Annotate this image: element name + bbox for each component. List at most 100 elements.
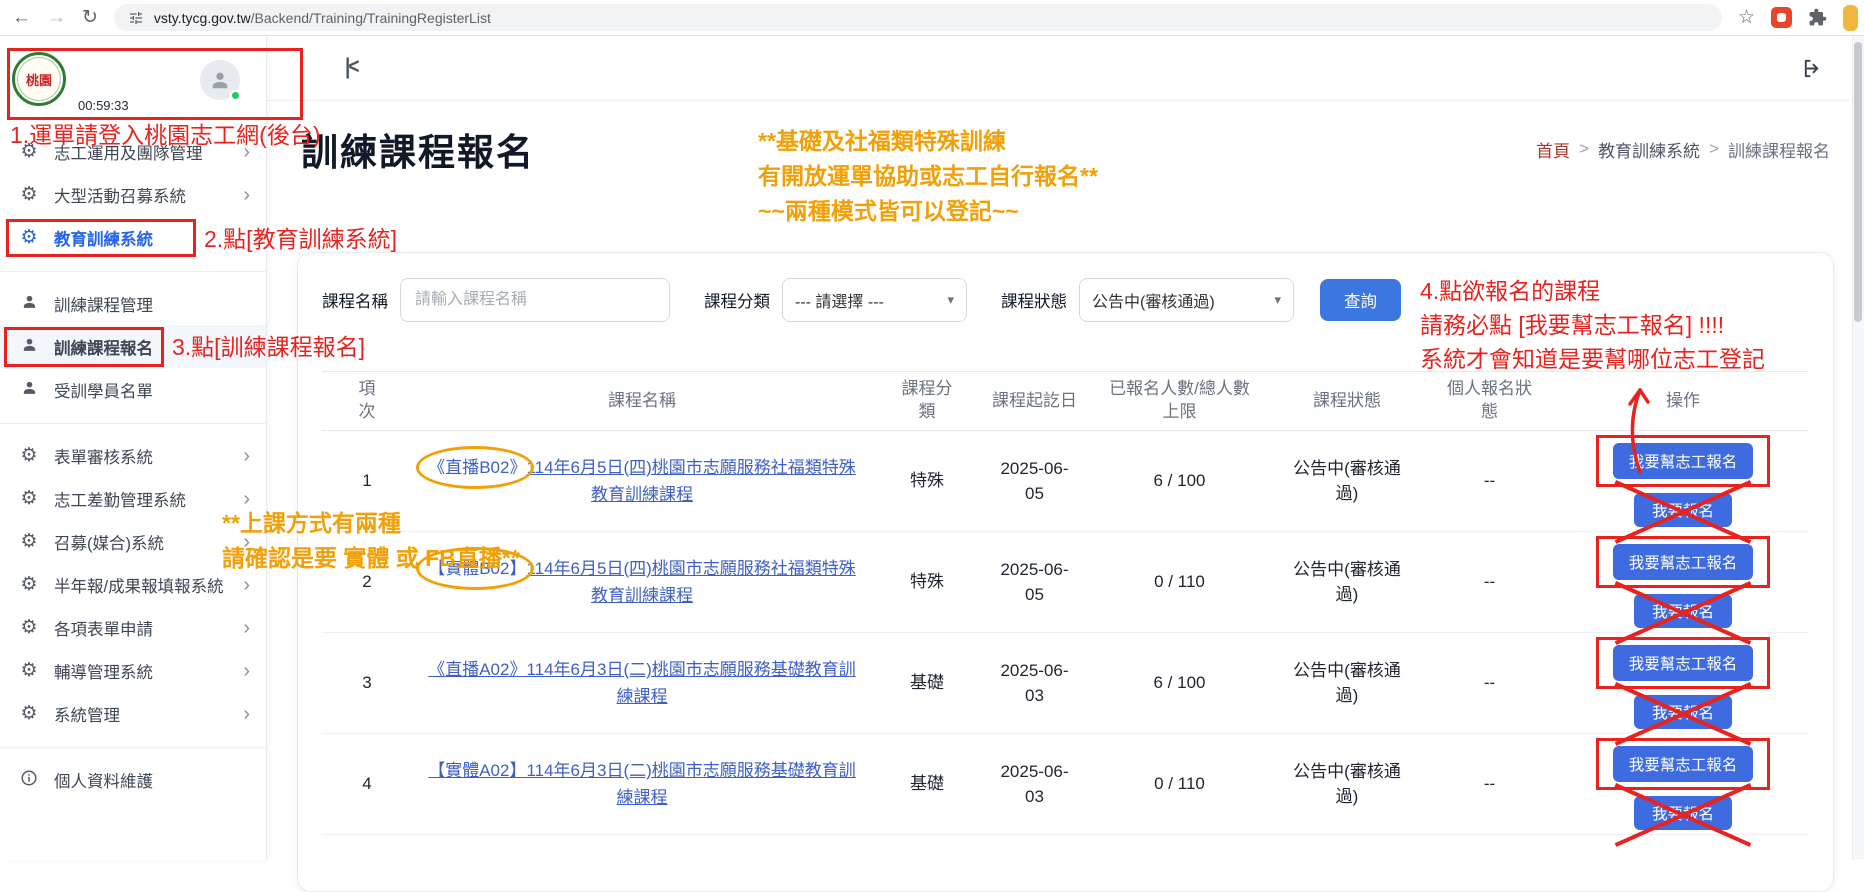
row-index: 3 [362, 670, 371, 696]
scrollbar-thumb[interactable] [1854, 42, 1862, 322]
chevron-right-icon: › [243, 575, 250, 595]
annotation-crossed-out: 我要報名 [1634, 796, 1732, 830]
category-select[interactable]: --- 請選擇 --- ▾ [782, 278, 967, 322]
page-scrollbar[interactable] [1852, 36, 1864, 860]
sidebar-item[interactable]: ⚙ 輔導管理系統 › [0, 649, 266, 692]
sidebar-item[interactable]: ⚙志工運用及團隊管理› [0, 130, 266, 173]
browser-forward-icon[interactable]: → [47, 8, 66, 27]
actions-cell: 我要幫志工報名我要報名 [1596, 637, 1771, 729]
actions-cell: 我要幫志工報名我要報名 [1596, 435, 1771, 527]
course-category: 基礎 [910, 771, 944, 797]
register-for-volunteer-button[interactable]: 我要幫志工報名 [1613, 645, 1754, 681]
course-row: 1《直播B02》114年6月5日(四)桃園市志願服務社福類特殊教育訓練課程特殊2… [322, 431, 1809, 532]
site-settings-icon[interactable] [128, 10, 144, 26]
status-select[interactable]: 公告中(審核通過) ▾ [1079, 278, 1294, 322]
register-for-volunteer-button[interactable]: 我要幫志工報名 [1613, 443, 1754, 479]
breadcrumb-item[interactable]: 首頁 [1536, 137, 1570, 162]
course-code-circled: 《直播B02》 [428, 454, 526, 481]
search-button[interactable]: 查詢 [1320, 279, 1401, 321]
column-header: 項次 [357, 374, 377, 428]
sidebar-group: 訓練課程管理訓練課程報名受訓學員名單 [0, 271, 266, 411]
chevron-down-icon: ▾ [1274, 292, 1281, 308]
sidebar-item-label: 表單審核系統 [54, 444, 153, 468]
sidebar-item[interactable]: ⚙各項表單申請› [0, 606, 266, 649]
sidebar-item[interactable]: 個人資料維護 [0, 758, 266, 801]
course-row: 4【實體A02】114年6月3日(二)桃園市志願服務基礎教育訓練課程基礎2025… [322, 734, 1809, 835]
chevron-right-icon: › [243, 661, 250, 681]
sidebar-item[interactable]: ⚙系統管理› [0, 692, 266, 735]
person-icon [18, 336, 40, 357]
course-status: 公告中(審核通過) [1283, 658, 1411, 709]
course-link[interactable]: 《直播A02》114年6月3日(二)桃園市志願服務基礎教育訓練課程 [428, 660, 856, 706]
actions-cell: 我要幫志工報名我要報名 [1596, 536, 1771, 628]
course-dates: 2025-06-03 [997, 658, 1073, 709]
register-self-button[interactable]: 我要報名 [1634, 594, 1732, 628]
course-name-input[interactable] [400, 278, 670, 322]
sidebar-item[interactable]: ⚙表單審核系統› [0, 434, 266, 477]
gear-icon: ⚙ [18, 661, 40, 680]
user-avatar[interactable] [200, 60, 240, 100]
sidebar-item[interactable]: 訓練課程報名 [0, 325, 266, 368]
sidebar-item-label: 志工運用及團隊管理 [54, 140, 203, 164]
browser-reload-icon[interactable]: ↻ [82, 8, 98, 27]
breadcrumb: 首頁>教育訓練系統>訓練課程報名 [1536, 137, 1830, 162]
chevron-right-icon: › [243, 142, 250, 162]
sidebar-item[interactable]: 訓練課程管理 [0, 282, 266, 325]
sidebar-collapse-icon[interactable]: |< [345, 55, 357, 80]
sidebar-item[interactable]: 受訓學員名單 [0, 368, 266, 411]
register-self-button[interactable]: 我要報名 [1634, 493, 1732, 527]
gear-icon: ⚙ [18, 618, 40, 637]
annotation-crossed-out: 我要報名 [1634, 695, 1732, 729]
filter-bar: 課程名稱 課程分類 --- 請選擇 --- ▾ 課程狀態 公告中(審核通過) ▾… [322, 277, 1809, 323]
sidebar-item-label: 輔導管理系統 [54, 659, 153, 683]
address-bar[interactable]: vsty.tycg.gov.tw/Backend/Training/Traini… [114, 4, 1722, 31]
chevron-right-icon: › [243, 185, 250, 205]
gear-icon: ⚙ [18, 704, 40, 723]
register-self-button[interactable]: 我要報名 [1634, 695, 1732, 729]
row-index: 2 [362, 569, 371, 595]
sidebar-item[interactable]: ⚙大型活動召募系統› [0, 173, 266, 216]
course-list-card: 課程名稱 課程分類 --- 請選擇 --- ▾ 課程狀態 公告中(審核通過) ▾… [297, 252, 1834, 892]
course-dates: 2025-06-05 [997, 557, 1073, 608]
page-title: 訓練課程報名 [301, 122, 535, 176]
sidebar-item-label: 召募(媒合)系統 [54, 530, 164, 554]
annotation-crossed-out: 我要報名 [1634, 493, 1732, 527]
extension-icon-red[interactable] [1771, 7, 1792, 28]
course-capacity: 0 / 110 [1154, 771, 1205, 797]
chevron-right-icon: › [243, 618, 250, 638]
bookmark-star-icon[interactable]: ☆ [1738, 6, 1755, 29]
register-for-volunteer-button[interactable]: 我要幫志工報名 [1613, 544, 1754, 580]
annotation-box-primary-button: 我要幫志工報名 [1596, 637, 1771, 689]
sidebar-item[interactable]: ⚙教育訓練系統 [0, 216, 266, 259]
url-text: vsty.tycg.gov.tw/Backend/Training/Traini… [154, 10, 491, 26]
course-dates: 2025-06-03 [997, 759, 1073, 810]
browser-profile-badge[interactable] [1843, 5, 1858, 31]
course-code: 《直播A02》 [428, 660, 526, 679]
register-self-button[interactable]: 我要報名 [1634, 796, 1732, 830]
person-icon [209, 69, 231, 91]
sidebar-item[interactable]: ⚙志工差勤管理系統› [0, 477, 266, 520]
course-link[interactable]: 【實體A02】114年6月3日(二)桃園市志願服務基礎教育訓練課程 [428, 761, 856, 807]
breadcrumb-item[interactable]: 教育訓練系統 [1598, 137, 1700, 162]
sidebar-item-label: 大型活動召募系統 [54, 183, 186, 207]
course-name-cell: 《直播B02》114年6月5日(四)桃園市志願服務社福類特殊教育訓練課程 [412, 454, 872, 508]
sidebar-item-label: 個人資料維護 [54, 768, 153, 792]
course-link[interactable]: 《直播B02》114年6月5日(四)桃園市志願服務社福類特殊教育訓練課程 [428, 458, 856, 504]
category-select-value: --- 請選擇 --- [795, 288, 884, 312]
annotation-crossed-out: 我要報名 [1634, 594, 1732, 628]
chevron-right-icon: › [243, 704, 250, 724]
sidebar-item[interactable]: ⚙半年報/成果報填報系統› [0, 563, 266, 606]
course-link[interactable]: 【實體B02】114年6月5日(四)桃園市志願服務社福類特殊教育訓練課程 [428, 559, 856, 605]
extensions-puzzle-icon[interactable] [1808, 8, 1827, 27]
sidebar-item[interactable]: ⚙召募(媒合)系統› [0, 520, 266, 563]
register-for-volunteer-button[interactable]: 我要幫志工報名 [1613, 746, 1754, 782]
annotation-box-primary-button: 我要幫志工報名 [1596, 435, 1771, 487]
sidebar-group: ⚙表單審核系統›⚙志工差勤管理系統›⚙召募(媒合)系統›⚙半年報/成果報填報系統… [0, 423, 266, 735]
content-topbar: |< [267, 36, 1864, 100]
logout-icon[interactable] [1801, 57, 1824, 80]
browser-back-icon[interactable]: ← [12, 8, 31, 27]
sidebar-item-label: 受訓學員名單 [54, 378, 153, 402]
info-icon [18, 769, 40, 791]
personal-status: -- [1484, 771, 1495, 797]
online-status-dot [230, 90, 241, 101]
